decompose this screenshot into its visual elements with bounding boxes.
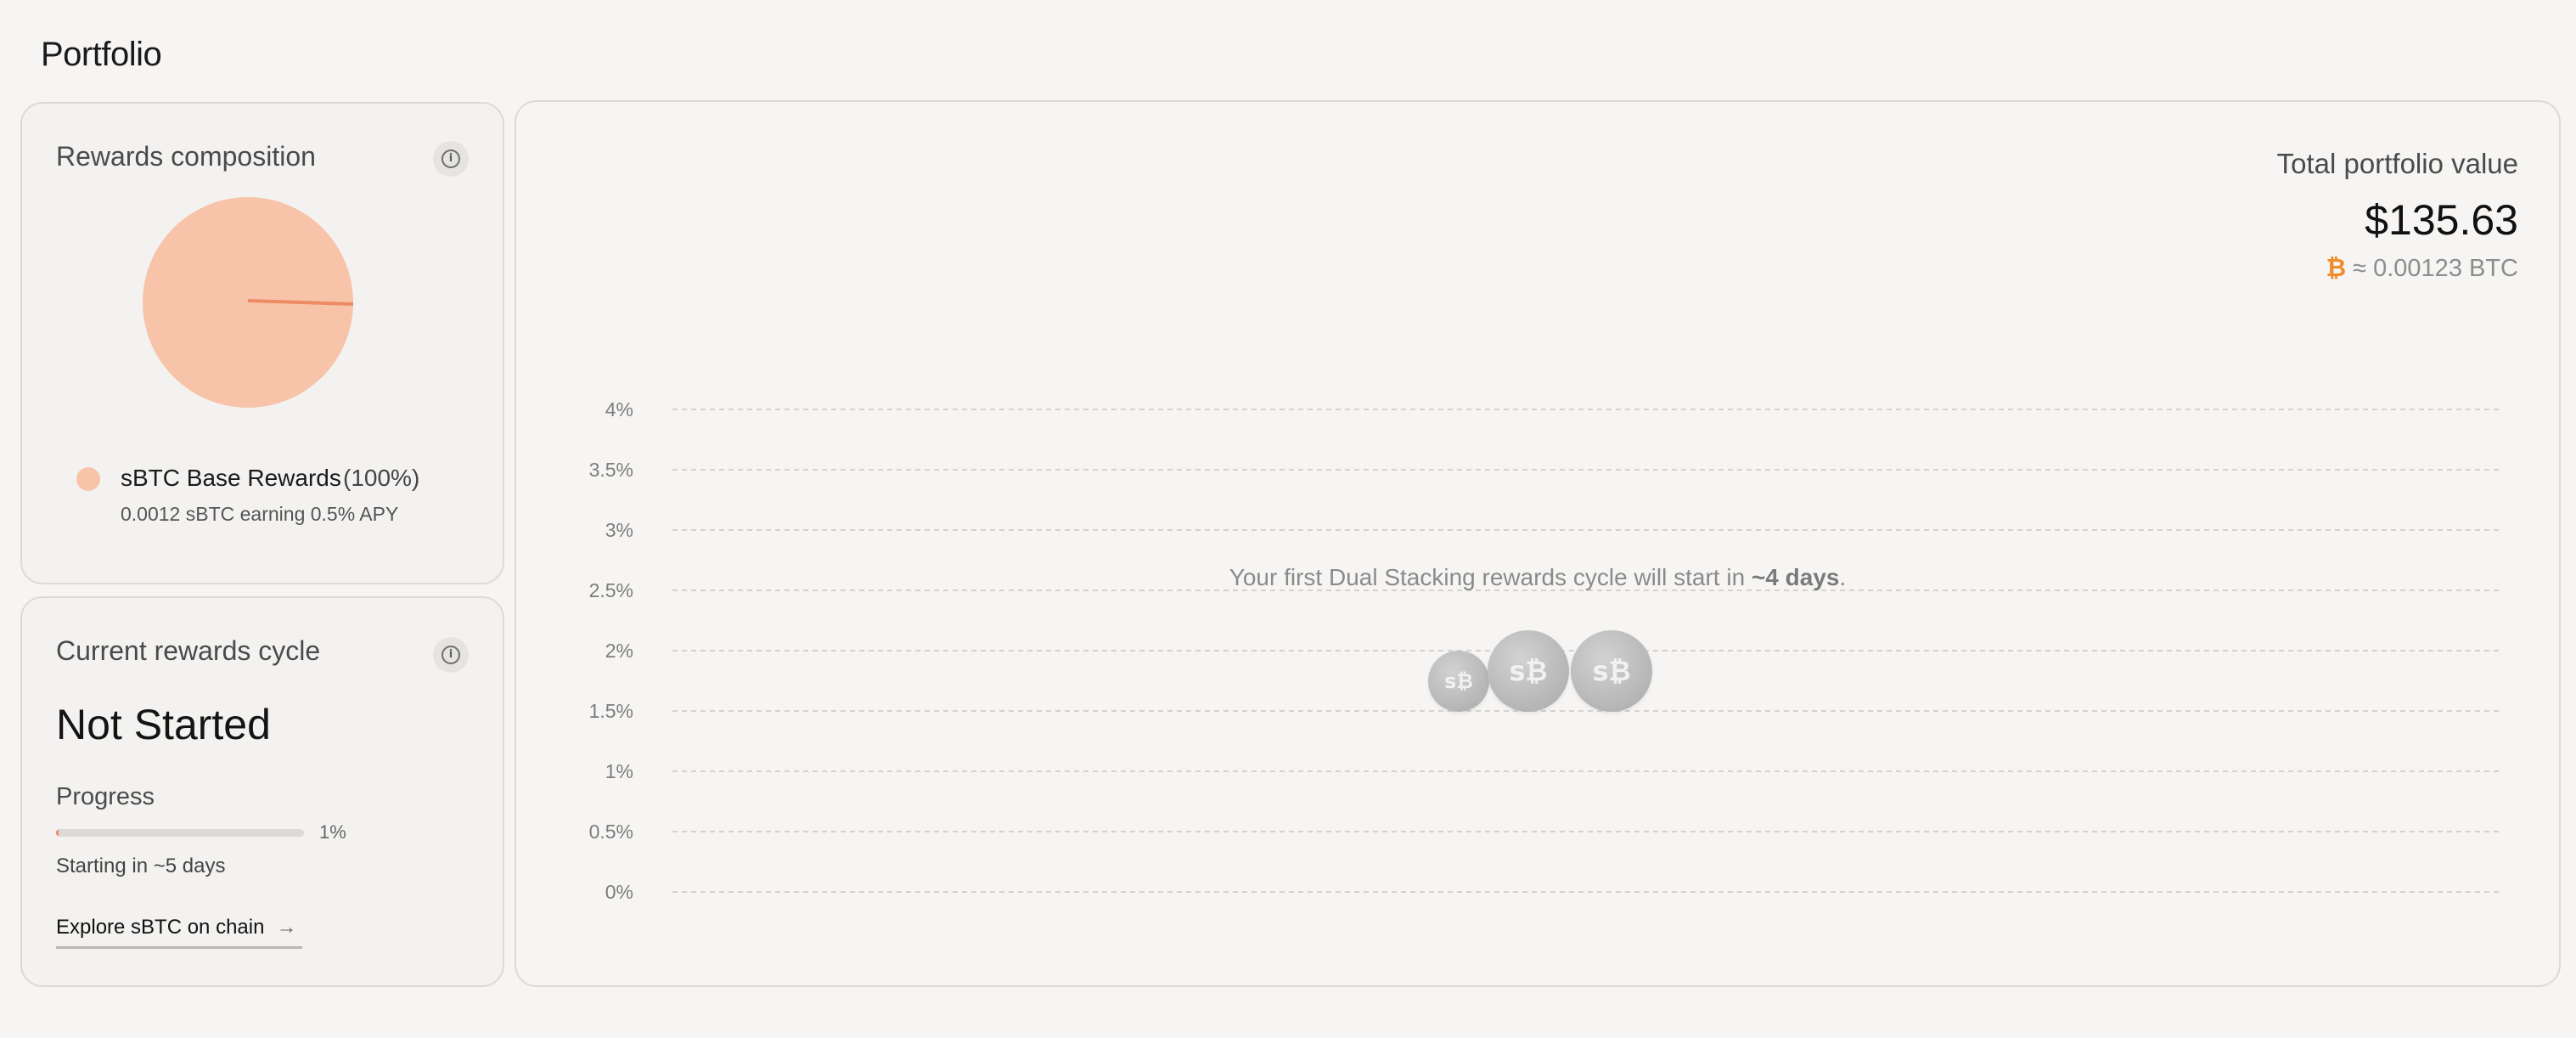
progress-label: Progress	[56, 783, 155, 810]
info-icon: i	[442, 646, 460, 664]
y-tick-label: 1%	[605, 760, 633, 782]
sbtc-coin-icon: s₿	[1488, 630, 1569, 712]
y-tick-label: 3%	[605, 519, 633, 541]
sbtc-coin-icon: s₿	[1428, 651, 1489, 712]
progress-fill	[56, 829, 59, 837]
notice-prefix: Your first Dual Stacking rewards cycle w…	[1229, 564, 1752, 590]
rewards-composition-card: Rewards composition i sBTC Base Rewards …	[20, 102, 504, 584]
portfolio-chart-card: 4% 3.5% 3% 2.5% 2% 1.5% 1% 0.5% 0% Total portfol…	[515, 100, 2561, 987]
arrow-right-icon: →	[276, 916, 297, 939]
sbtc-coin-icon: s₿	[1571, 630, 1652, 712]
current-rewards-cycle-card: Current rewards cycle i Not Started Prog…	[20, 596, 504, 987]
progress-percent: 1%	[319, 821, 346, 843]
total-portfolio-value: $135.63	[2365, 196, 2518, 244]
starting-text: Starting in ~5 days	[56, 855, 226, 877]
info-icon: i	[442, 149, 460, 168]
y-tick-label: 3.5%	[589, 459, 633, 481]
total-portfolio-label: Total portfolio value	[2276, 148, 2518, 179]
current-cycle-title: Current rewards cycle	[56, 635, 321, 666]
explore-link-label: Explore sBTC on chain	[56, 916, 265, 939]
rewards-composition-title: Rewards composition	[56, 141, 316, 172]
info-button[interactable]: i	[433, 637, 469, 673]
legend-percent: (100%)	[343, 465, 420, 491]
notice-emphasis: ~4 days	[1751, 564, 1840, 590]
info-button[interactable]: i	[433, 141, 469, 177]
btc-equivalent-value: ≈ 0.00123 BTC	[2353, 255, 2518, 282]
notice-suffix: .	[1839, 564, 1847, 590]
legend-name: sBTC Base Rewards	[121, 465, 341, 491]
y-tick-label: 0.5%	[589, 821, 633, 843]
y-tick-label: 4%	[605, 398, 633, 420]
legend-swatch	[76, 467, 100, 491]
cycle-status: Not Started	[56, 701, 271, 748]
legend-detail: 0.0012 sBTC earning 0.5% APY	[121, 503, 399, 525]
btc-equivalent: ₿ ≈ 0.00123 BTC	[2326, 253, 2519, 283]
progress-bar	[56, 829, 304, 837]
y-tick-label: 2%	[605, 640, 633, 662]
y-tick-label: 0%	[605, 881, 633, 903]
y-tick-label: 1.5%	[589, 700, 633, 722]
apy-chart: 4%3.5%3%2.5%2%1.5%1%0.5%0%	[589, 398, 2500, 903]
explore-sbtc-link[interactable]: Explore sBTC on chain →	[56, 916, 302, 949]
rewards-pie-chart	[143, 197, 354, 408]
page-title: Portfolio	[41, 36, 162, 73]
rewards-cycle-notice: Your first Dual Stacking rewards cycle w…	[516, 564, 2559, 591]
bitcoin-icon: ₿	[2326, 253, 2347, 282]
